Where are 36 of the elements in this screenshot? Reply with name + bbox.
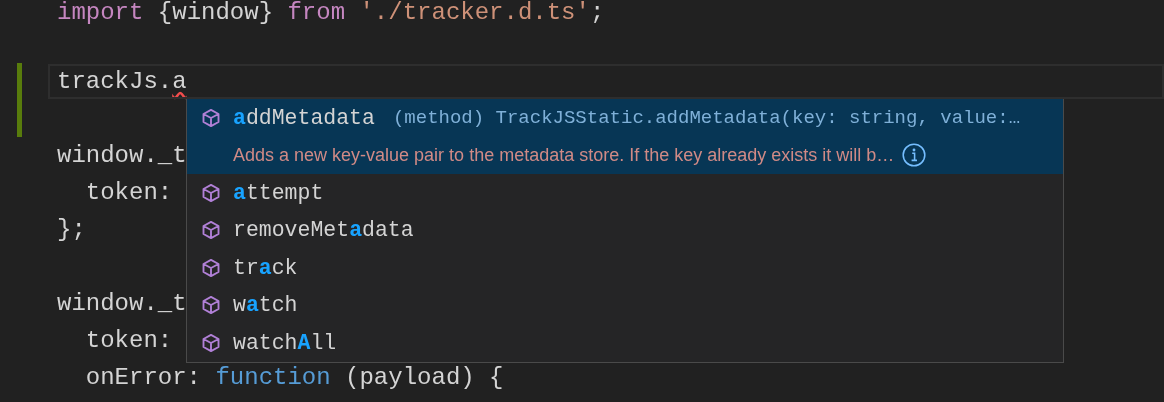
code-token: window._t xyxy=(57,142,187,169)
suggestion-item[interactable]: removeMetadata xyxy=(187,211,1063,249)
code-token: './tracker.d.ts' xyxy=(358,0,590,26)
suggestion-item[interactable]: attempt xyxy=(187,174,1063,212)
info-icon[interactable] xyxy=(902,143,927,168)
code-token: token: xyxy=(84,327,173,354)
code-token: a xyxy=(172,68,187,95)
suggestion-item[interactable]: watchAll xyxy=(187,324,1063,362)
code-token: {window} xyxy=(156,0,275,26)
cube-icon xyxy=(201,107,221,128)
code-token: from xyxy=(287,0,346,26)
suggestion-label: addMetadata xyxy=(233,105,375,130)
cube-icon xyxy=(201,182,221,203)
cube-icon xyxy=(201,295,221,316)
code-token: function xyxy=(215,364,331,391)
cube-icon xyxy=(201,257,221,278)
code-token: }; xyxy=(57,216,86,243)
code-token: onError: xyxy=(84,364,203,391)
suggestion-item[interactable]: watch xyxy=(187,286,1063,324)
code-token: trackJs. xyxy=(57,68,173,95)
suggestion-detail: (method) TrackJSStatic.addMetadata(key: string, value:… xyxy=(392,106,1021,129)
code-token: import xyxy=(57,0,144,26)
suggestion-item[interactable]: addMetadata (method) TrackJSStatic.addMetadata(key: string, value:… Adds a new key-value pair to the metadata store. If the key already exists it will b… xyxy=(187,99,1063,174)
suggestion-label: track xyxy=(233,255,298,280)
code-token: token: xyxy=(84,179,173,206)
suggestion-label: watch xyxy=(233,293,298,318)
suggestion-documentation: Adds a new key-value pair to the metadata store. If the key already exists it will b… xyxy=(233,144,895,166)
suggestion-label: attempt xyxy=(233,180,324,205)
cube-icon xyxy=(201,332,221,353)
suggestion-label: removeMetadata xyxy=(233,218,414,243)
code-token: (payload) { xyxy=(344,364,504,391)
cube-icon xyxy=(201,220,221,241)
code-token: window._t xyxy=(57,290,187,317)
suggestion-item[interactable]: track xyxy=(187,249,1063,287)
suggestion-label: watchAll xyxy=(233,330,337,355)
code-token: ; xyxy=(589,0,605,26)
